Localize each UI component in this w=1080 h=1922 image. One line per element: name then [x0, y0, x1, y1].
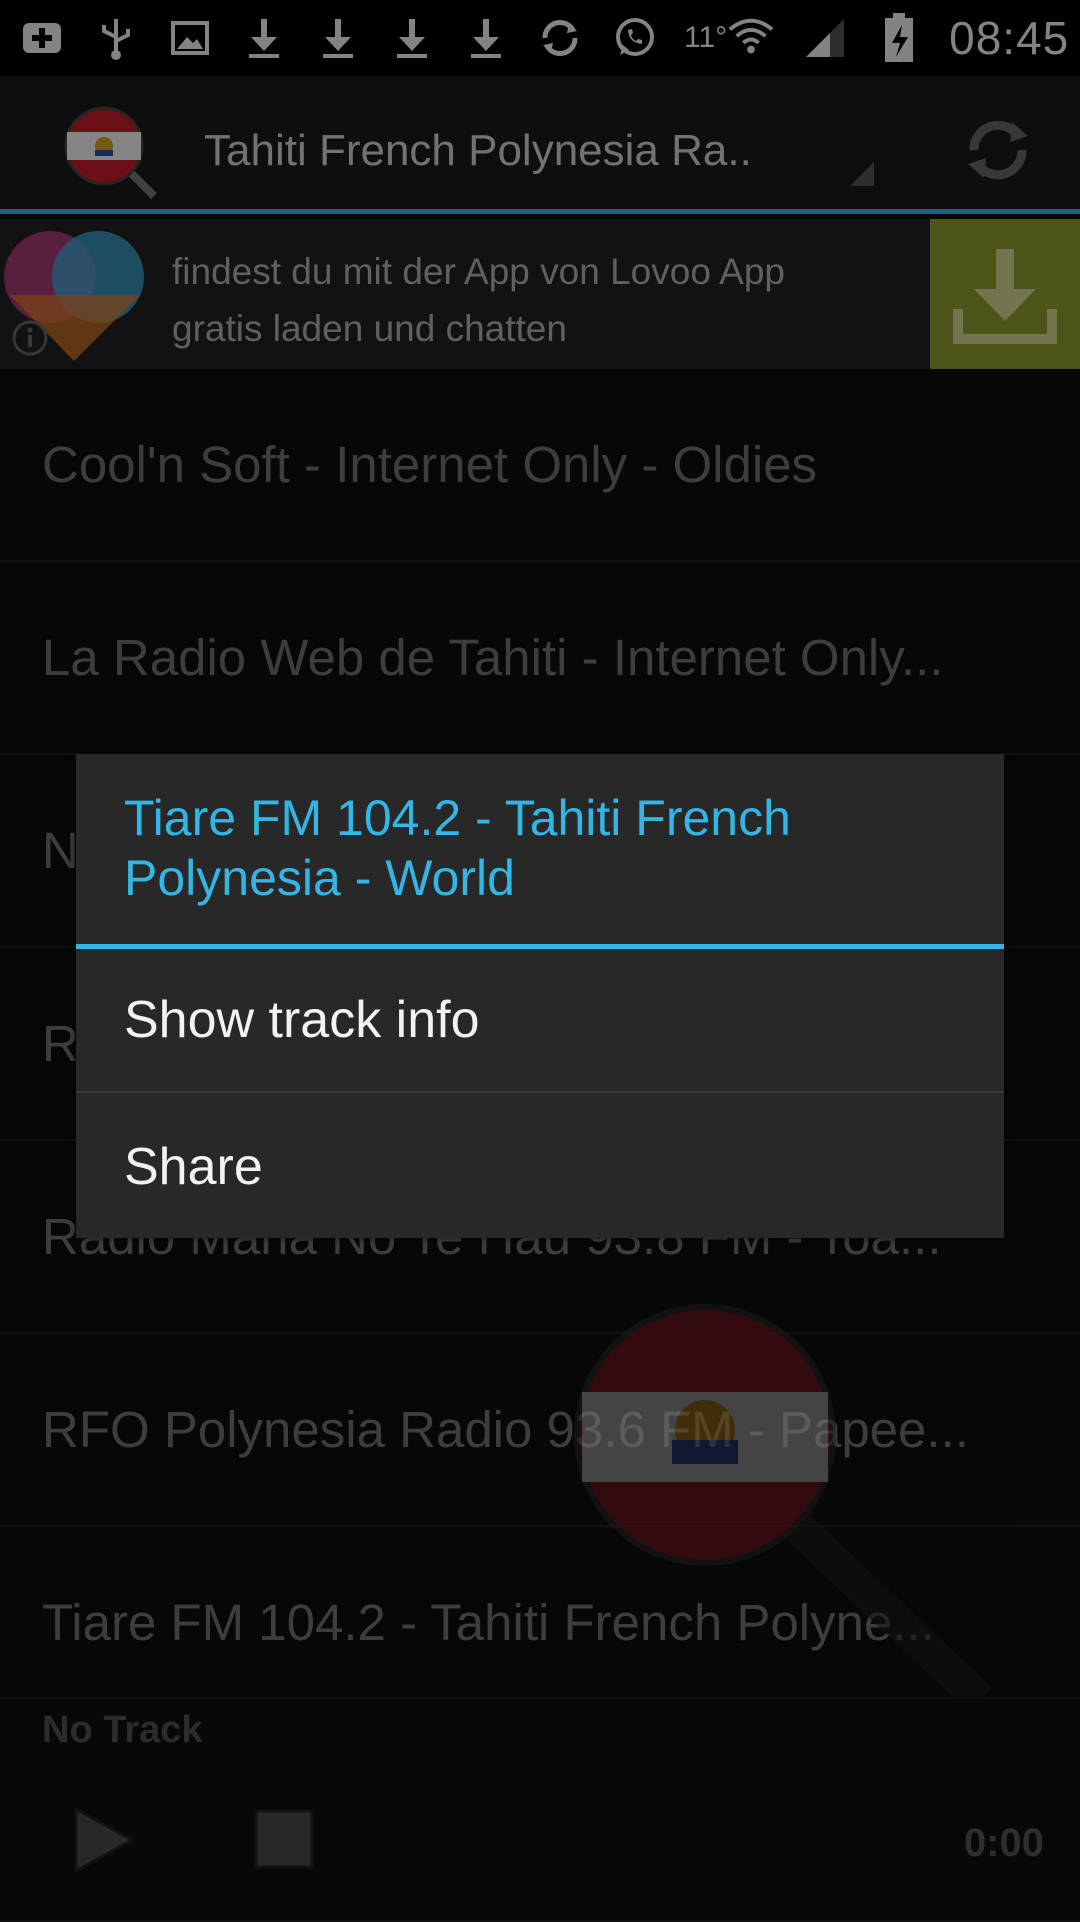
show-track-info-option[interactable]: Show track info [76, 949, 1004, 1093]
context-menu-dialog: Tiare FM 104.2 - Tahiti French Polynesia… [76, 754, 1004, 1238]
share-option[interactable]: Share [76, 1095, 1004, 1239]
dialog-title: Tiare FM 104.2 - Tahiti French Polynesia… [124, 790, 791, 906]
